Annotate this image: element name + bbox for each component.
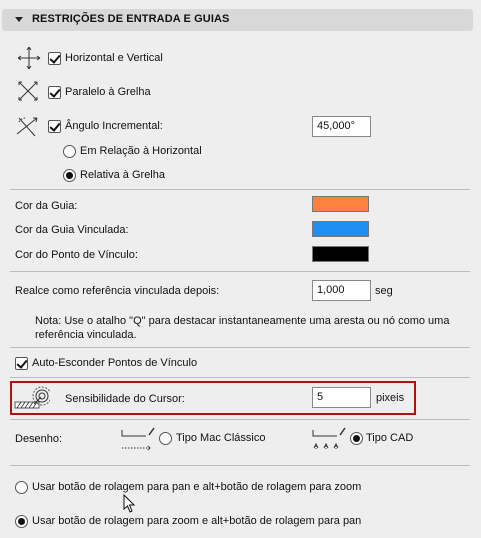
highlight-delay-input[interactable]: 1,000 [312,280,371,301]
divider [10,465,470,466]
scroll-pan-zoom-label: Usar botão de rolagem para pan e alt+bot… [32,481,362,493]
section-header[interactable]: RESTRIÇÕES DE ENTRADA E GUIAS [2,9,473,31]
angle-reference-horizontal-radio[interactable] [63,145,76,158]
section-title: RESTRIÇÕES DE ENTRADA E GUIAS [32,13,230,25]
cursor-sensitivity-label: Sensibilidade do Cursor: [65,393,185,405]
cad-drawing-label: Tipo CAD [366,432,414,444]
angle-reference-horizontal-label: Em Relação à Horizontal [80,145,202,157]
drawing-label: Desenho: [15,433,63,445]
parallel-grid-label: Paralelo à Grelha [65,86,151,98]
linked-guide-color-swatch[interactable] [312,221,369,237]
angle-reference-grid-label: Relativa à Grelha [80,169,165,181]
angle-reference-grid-radio[interactable] [63,169,76,182]
cursor-sensitivity-unit: pixeis [376,392,405,404]
horizontal-vertical-checkbox[interactable] [48,52,61,65]
incremental-angle-checkbox[interactable] [48,120,61,133]
guide-color-label: Cor da Guia: [15,200,78,212]
guide-color-swatch[interactable] [312,196,369,212]
horizontal-vertical-icon [17,46,41,70]
mac-classic-drawing-radio[interactable] [159,432,172,445]
scroll-zoom-pan-label: Usar botão de rolagem para zoom e alt+bo… [32,515,362,527]
divider [10,271,470,272]
scroll-zoom-pan-radio[interactable] [15,515,28,528]
incremental-angle-label: Ângulo Incremental: [65,120,163,132]
highlight-delay-label: Realce como referência vinculada depois: [15,285,220,297]
incremental-angle-input[interactable]: 45,000° [312,116,371,137]
shortcut-note: Nota: Use o atalho "Q" para destacar ins… [35,315,450,341]
link-point-color-label: Cor do Ponto de Vínculo: [15,249,138,261]
divider [10,377,470,378]
mac-classic-drawing-label: Tipo Mac Clássico [176,432,266,444]
mac-classic-drawing-icon [120,426,156,452]
scroll-pan-zoom-radio[interactable] [15,481,28,494]
auto-hide-checkbox[interactable] [15,357,28,370]
link-point-color-swatch[interactable] [312,246,369,262]
mouse-pointer-icon [123,494,137,514]
cad-drawing-radio[interactable] [350,432,363,445]
cad-drawing-icon [311,426,347,452]
collapse-triangle-icon[interactable] [15,17,23,22]
auto-hide-label: Auto-Esconder Pontos de Vínculo [32,357,198,369]
cursor-sensitivity-input[interactable]: 5 [312,387,371,408]
horizontal-vertical-label: Horizontal e Vertical [65,52,163,64]
divider [10,189,470,190]
divider [10,347,470,348]
divider [10,419,470,420]
parallel-grid-checkbox[interactable] [48,86,61,99]
parallel-grid-icon [17,80,39,102]
cursor-sensitivity-icon [14,384,50,412]
linked-guide-color-label: Cor da Guia Vinculada: [15,224,129,236]
highlight-delay-unit: seg [375,285,393,297]
incremental-angle-icon [15,114,41,138]
